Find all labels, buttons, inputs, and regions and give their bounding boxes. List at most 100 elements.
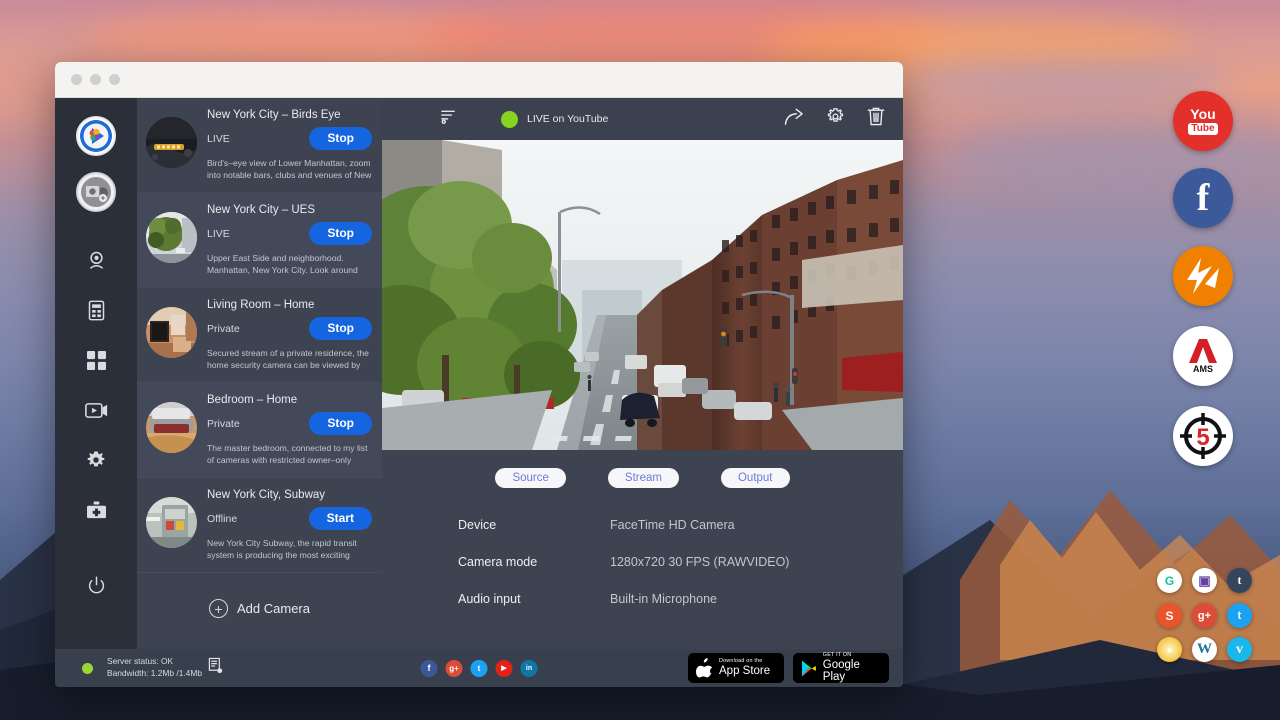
desktop-mini-google-plus[interactable]: g+ (1192, 603, 1217, 628)
delete-button[interactable] (867, 107, 885, 131)
sidebar-item-cameras[interactable] (78, 242, 114, 278)
desktop-icon-adobe-ams[interactable]: AMS (1173, 326, 1233, 386)
play-triangle-icon (801, 659, 817, 678)
desktop-mini-tumblr[interactable]: t (1227, 568, 1252, 593)
topbar-actions (784, 107, 885, 131)
desktop-mini-flare[interactable]: ● (1157, 637, 1182, 662)
desktop-icon-facebook[interactable]: f (1173, 168, 1233, 228)
camera-description: The master bedroom, connected to my list… (207, 442, 372, 468)
cloud-streak (900, 60, 1230, 104)
social-twitter[interactable]: t (471, 660, 488, 677)
camera-status-row: Private Stop (207, 317, 372, 340)
camera-list-item[interactable]: New York City, Subway Offline Start New … (137, 478, 382, 573)
desktop-mini-grammarly[interactable]: G (1157, 568, 1182, 593)
social-youtube[interactable]: ▶ (496, 660, 513, 677)
live-status-chip: LIVE on YouTube (501, 111, 608, 128)
settings-button[interactable] (826, 107, 845, 131)
window-close-button[interactable] (71, 74, 82, 85)
app-body: New York City – Birds Eye LIVE Stop Bird… (55, 98, 903, 649)
camera-title: Living Room – Home (207, 299, 372, 311)
camera-status: LIVE (207, 133, 230, 145)
play-logo-icon (79, 119, 113, 153)
camera-status-row: LIVE Stop (207, 127, 372, 150)
tab-output[interactable]: Output (721, 468, 790, 488)
window-titlebar (55, 62, 903, 98)
camera-list-item[interactable]: New York City – Birds Eye LIVE Stop Bird… (137, 98, 382, 193)
desktop-mini-scribd[interactable]: S (1157, 603, 1182, 628)
camera-thumbnail (146, 402, 197, 453)
camera-action-button[interactable]: Stop (309, 317, 372, 340)
live-status-label: LIVE on YouTube (527, 113, 608, 125)
camera-thumbnail (146, 212, 197, 263)
cloud-streak (80, 10, 500, 70)
sidebar-item-settings[interactable] (78, 442, 114, 478)
ams-label: AMS (1193, 364, 1213, 374)
aerial-night-thumb (146, 117, 197, 168)
camera-description: Bird's–eye view of Lower Manhattan, zoom… (207, 157, 372, 183)
tab-source[interactable]: Source (495, 468, 565, 488)
toolbox-icon (86, 501, 107, 520)
gear-icon (86, 450, 106, 470)
living-room-thumb (146, 307, 197, 358)
detail-value[interactable]: 1280x720 30 FPS (RAWVIDEO) (610, 555, 789, 569)
window-minimize-button[interactable] (90, 74, 101, 85)
add-camera-button[interactable]: + Add Camera (137, 573, 382, 618)
trash-icon (867, 107, 885, 126)
camera-description: New York City Subway, the rapid transit … (207, 537, 372, 563)
camera-list-item[interactable]: Bedroom – Home Private Stop The master b… (137, 383, 382, 478)
plus-circle-icon: + (209, 599, 228, 618)
svg-text:5: 5 (1196, 424, 1209, 451)
tab-stream[interactable]: Stream (608, 468, 679, 488)
sidebar-item-player[interactable] (78, 392, 114, 428)
camera-action-button[interactable]: Start (309, 507, 372, 530)
share-button[interactable] (784, 108, 804, 131)
camera-action-button[interactable]: Stop (309, 127, 372, 150)
google-play-badge[interactable]: GET IT ON Google Play (793, 653, 889, 683)
sort-filter-icon[interactable] (440, 108, 457, 130)
desktop-icon-youtube[interactable]: You Tube (1173, 91, 1233, 151)
cloud-streak (420, 0, 940, 70)
sidebar-item-dashboard[interactable] (78, 342, 114, 378)
sidebar-item-power[interactable] (78, 567, 114, 603)
app-window: New York City – Birds Eye LIVE Stop Bird… (55, 62, 903, 687)
camera-description: Upper East Side and neighborhood. Manhat… (207, 252, 372, 278)
window-maximize-button[interactable] (109, 74, 120, 85)
detail-value[interactable]: Built-in Microphone (610, 592, 717, 606)
video-preview[interactable] (382, 140, 903, 450)
gear-icon (826, 107, 845, 126)
app-logo[interactable] (76, 116, 116, 156)
social-linkedin[interactable]: in (521, 660, 538, 677)
detail-value[interactable]: FaceTime HD Camera (610, 518, 735, 532)
camera-action-button[interactable]: Stop (309, 412, 372, 435)
camera-description: Secured stream of a private residence, t… (207, 347, 372, 373)
sidebar-item-toolkit[interactable] (78, 492, 114, 528)
camera-list-panel[interactable]: New York City – Birds Eye LIVE Stop Bird… (137, 98, 382, 649)
desktop-icon-winamp[interactable] (1173, 246, 1233, 306)
lightning-bolt-icon (1181, 254, 1225, 298)
adobe-a-icon (1188, 339, 1218, 365)
report-document-icon[interactable] (208, 657, 224, 679)
facebook-f-glyph: f (1197, 179, 1210, 217)
desktop-mini-wordpress[interactable]: W (1192, 637, 1217, 662)
user-avatar-icon (78, 174, 114, 210)
social-facebook[interactable]: f (421, 660, 438, 677)
desktop-mini-twitter[interactable]: t (1227, 603, 1252, 628)
desktop-mini-twitch[interactable]: ▣ (1192, 568, 1217, 593)
camera-thumbnail (146, 117, 197, 168)
social-google-plus[interactable]: g+ (446, 660, 463, 677)
camera-status: LIVE (207, 228, 230, 240)
user-avatar[interactable] (76, 172, 116, 212)
sidebar-item-log[interactable] (78, 292, 114, 328)
desktop-mini-vimeo[interactable]: v (1227, 637, 1252, 662)
camera-status-row: Offline Start (207, 507, 372, 530)
camera-title: New York City – Birds Eye (207, 109, 372, 121)
app-store-badge[interactable]: Download on the App Store (688, 653, 784, 683)
google-play-title: Google Play (823, 659, 881, 683)
grid-icon (87, 351, 106, 370)
camera-info: Living Room – Home Private Stop Secured … (207, 297, 372, 373)
camera-action-button[interactable]: Stop (309, 222, 372, 245)
desktop-icon-channel-5[interactable]: 5 (1173, 406, 1233, 466)
camera-list-item[interactable]: Living Room – Home Private Stop Secured … (137, 288, 382, 383)
camera-list-item[interactable]: New York City – UES LIVE Stop Upper East… (137, 193, 382, 288)
camera-status: Private (207, 418, 240, 430)
